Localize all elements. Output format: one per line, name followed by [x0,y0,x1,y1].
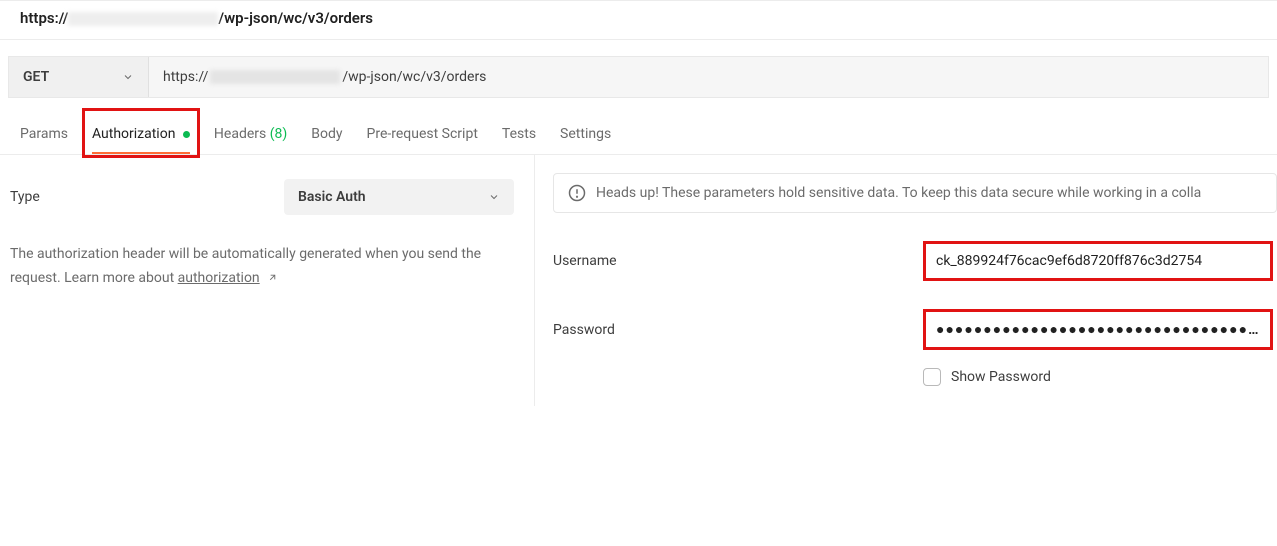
request-bar: GET https:// /wp-json/wc/v3/orders [8,56,1269,98]
chevron-down-icon [122,71,134,83]
help-text: The authorization header will be automat… [10,243,514,292]
url-prefix: https:// [20,9,68,27]
url-input-prefix: https:// [163,69,208,85]
username-input[interactable] [923,241,1273,281]
tab-headers-label: Headers [214,126,266,142]
auth-credentials-panel: Heads up! These parameters hold sensitiv… [535,155,1277,406]
warning-icon [568,184,586,202]
password-label: Password [553,322,923,338]
auth-type-panel: Type Basic Auth The authorization header… [0,155,535,406]
method-select[interactable]: GET [9,57,149,97]
external-link-icon [267,268,278,292]
method-value: GET [23,69,49,85]
chevron-down-icon [488,191,500,203]
url-input-suffix: /wp-json/wc/v3/orders [342,69,486,85]
username-label: Username [553,253,923,269]
tab-pre-request[interactable]: Pre-request Script [367,116,478,154]
show-password-checkbox[interactable] [923,368,941,386]
redacted-domain [68,12,218,26]
tab-params[interactable]: Params [20,116,68,154]
type-label: Type [10,189,40,205]
password-input[interactable]: ●●●●●●●●●●●●●●●●●●●●●●●●●●●●●●●●●●●●● [923,309,1273,350]
tab-authorization-label: Authorization [92,126,175,142]
alert-text: Heads up! These parameters hold sensitiv… [596,185,1201,201]
sensitive-data-alert: Heads up! These parameters hold sensitiv… [553,173,1277,213]
tab-settings[interactable]: Settings [560,116,611,154]
request-title: https:// /wp-json/wc/v3/orders [0,0,1277,40]
content-area: Type Basic Auth The authorization header… [0,155,1277,406]
auth-type-value: Basic Auth [298,189,366,205]
authorization-link[interactable]: authorization [178,270,260,286]
auth-type-select[interactable]: Basic Auth [284,179,514,215]
url-input[interactable]: https:// /wp-json/wc/v3/orders [149,57,1268,97]
status-dot-icon [183,131,190,138]
show-password-label: Show Password [951,369,1051,385]
tab-authorization[interactable]: Authorization [92,116,190,154]
tab-body[interactable]: Body [311,116,342,154]
tab-headers[interactable]: Headers (8) [214,116,287,154]
url-suffix: /wp-json/wc/v3/orders [218,9,373,27]
redacted-domain-input [210,70,340,84]
headers-count: (8) [270,126,288,142]
request-tabs: Params Authorization Headers (8) Body Pr… [0,116,1277,155]
tab-tests[interactable]: Tests [502,116,536,154]
